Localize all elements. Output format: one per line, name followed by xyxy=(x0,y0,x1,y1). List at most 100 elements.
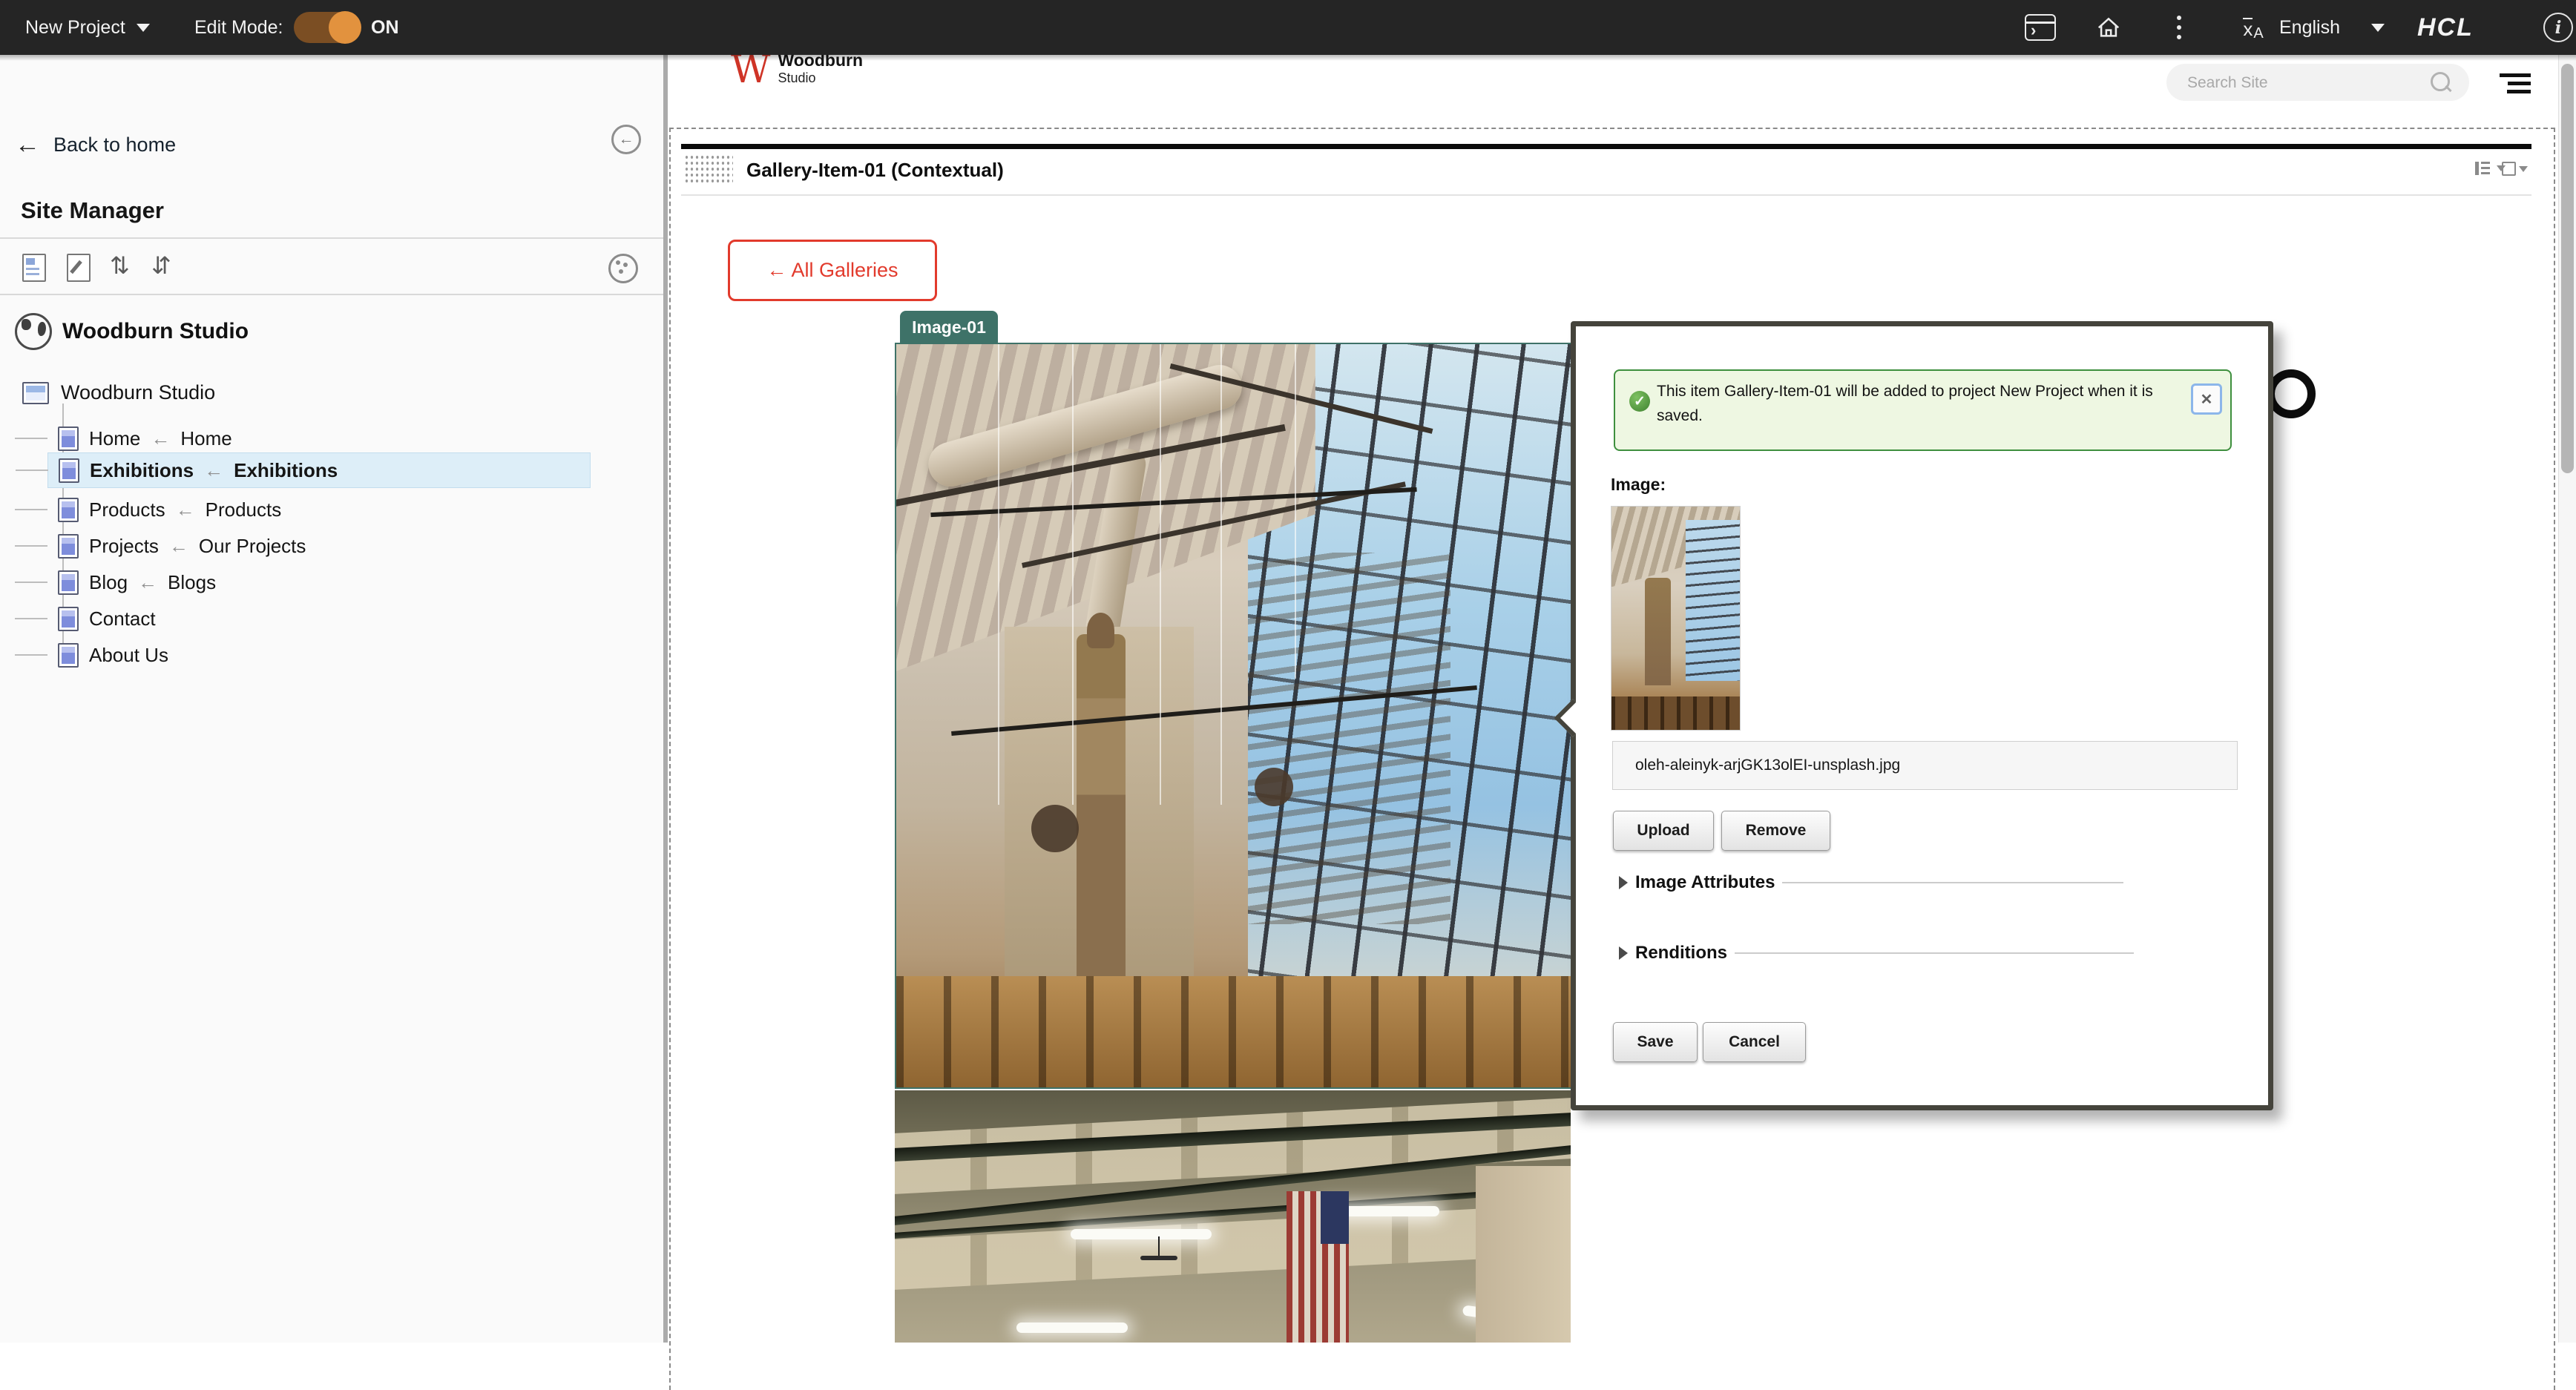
component-top-border xyxy=(681,144,2531,149)
cancel-button[interactable]: Cancel xyxy=(1703,1022,1806,1062)
back-arrow-icon: ← xyxy=(15,132,40,157)
image-edit-dialog: ✓ This item Gallery-Item-01 will be adde… xyxy=(1571,321,2273,1110)
tree-item-label: Exhibitions xyxy=(90,459,194,482)
success-message-text: This item Gallery-Item-01 will be added … xyxy=(1657,379,2180,428)
tree-item-about-us[interactable]: About Us xyxy=(47,638,168,672)
site-manager-panel: ← Back to home ← Site Manager ⇅ ⇵ Woodbu… xyxy=(0,55,668,1343)
component-title: Gallery-Item-01 (Contextual) xyxy=(746,159,1004,182)
top-toolbar: New Project Edit Mode: ON xA English HCL… xyxy=(0,0,2576,55)
home-glyph xyxy=(2094,14,2123,41)
home-icon[interactable] xyxy=(2091,0,2126,55)
tree-item-label: Contact xyxy=(89,607,156,630)
component-header-divider xyxy=(681,194,2531,196)
page-behind-ring-glyph xyxy=(2267,369,2316,418)
mapping-arrow-icon: ← xyxy=(169,535,188,558)
renditions-section[interactable]: Renditions xyxy=(1619,943,2134,964)
content-composer-icon[interactable] xyxy=(2023,0,2058,55)
expand-tree-icon[interactable]: ⇅ xyxy=(110,249,130,282)
new-page-icon[interactable] xyxy=(22,254,46,282)
collapsed-triangle-icon xyxy=(1619,946,1628,960)
component-menu-icon[interactable] xyxy=(2475,162,2506,175)
page-icon xyxy=(58,643,79,668)
collapse-tree-icon[interactable]: ⇵ xyxy=(151,249,171,282)
page-icon xyxy=(58,607,79,631)
mapping-arrow-icon: ← xyxy=(151,427,170,450)
image-attributes-section[interactable]: Image Attributes xyxy=(1619,872,2123,893)
image-thumbnail[interactable] xyxy=(1611,506,1741,731)
search-icon[interactable] xyxy=(2431,72,2450,91)
vertical-scrollbar[interactable] xyxy=(2558,55,2576,1343)
section-rule xyxy=(1735,952,2134,954)
site-manager-toolbar: ⇅ ⇵ xyxy=(0,249,663,291)
panel-title: Site Manager xyxy=(21,197,164,224)
remove-button[interactable]: Remove xyxy=(1721,811,1830,851)
tree-item-home[interactable]: Home ← Home xyxy=(47,421,232,455)
root-page-icon xyxy=(22,382,49,404)
tree-item-projects[interactable]: Projects ← Our Projects xyxy=(47,529,306,563)
gallery-photo-warehouse[interactable] xyxy=(895,1090,1571,1343)
hcl-brand-logo: HCL xyxy=(2417,0,2474,55)
filename-field[interactable]: oleh-aleinyk-arjGK13olEI-unsplash.jpg xyxy=(1612,741,2238,790)
filename-text: oleh-aleinyk-arjGK13olEI-unsplash.jpg xyxy=(1635,757,1900,774)
edit-page-icon[interactable] xyxy=(67,254,91,282)
upload-button[interactable]: Upload xyxy=(1613,811,1714,851)
language-selector[interactable]: English xyxy=(2279,0,2340,55)
topbar-shadow xyxy=(0,55,2576,61)
edit-mode-label: Edit Mode: xyxy=(194,0,283,55)
translate-icon[interactable]: xA xyxy=(2233,0,2273,55)
tree-item-exhibitions[interactable]: Exhibitions ← Exhibitions xyxy=(47,452,591,488)
site-root-header[interactable]: Woodburn Studio xyxy=(15,313,249,350)
page-icon xyxy=(58,498,79,522)
divider xyxy=(0,237,663,239)
collapse-panel-icon[interactable]: ← xyxy=(611,125,641,154)
success-check-icon: ✓ xyxy=(1629,391,1650,412)
tree-item-target: Exhibitions xyxy=(234,459,338,482)
site-globe-icon xyxy=(15,313,52,350)
renditions-label: Renditions xyxy=(1635,943,1727,964)
tree-root-label: Woodburn Studio xyxy=(61,381,215,404)
component-drag-handle[interactable] xyxy=(684,154,733,184)
close-message-button[interactable]: ✕ xyxy=(2191,383,2222,415)
back-to-home-label: Back to home xyxy=(53,134,176,157)
edit-mode-toggle[interactable] xyxy=(294,12,361,43)
mapping-arrow-icon: ← xyxy=(176,498,195,521)
site-search xyxy=(2166,64,2469,101)
edit-mode-state: ON xyxy=(371,0,399,55)
success-message-box: ✓ This item Gallery-Item-01 will be adde… xyxy=(1614,369,2232,451)
tree-root-node[interactable]: Woodburn Studio xyxy=(22,381,215,404)
tree-item-blog[interactable]: Blog ← Blogs xyxy=(47,565,216,599)
image-attributes-label: Image Attributes xyxy=(1635,872,1775,893)
tree-item-label: Projects xyxy=(89,535,159,558)
scrollbar-thumb[interactable] xyxy=(2561,64,2574,473)
collapsed-triangle-icon xyxy=(1619,876,1628,889)
application-root: New Project Edit Mode: ON xA English HCL… xyxy=(0,0,2576,1343)
back-to-home-button[interactable]: ← Back to home xyxy=(15,132,176,157)
section-rule xyxy=(1782,882,2123,883)
tree-item-label: Products xyxy=(89,498,165,521)
toggle-knob xyxy=(329,11,361,44)
component-display-icon[interactable] xyxy=(2502,162,2528,176)
info-icon[interactable]: i xyxy=(2540,0,2576,55)
tree-item-contact[interactable]: Contact xyxy=(47,602,156,636)
search-input[interactable] xyxy=(2186,64,2411,102)
save-button[interactable]: Save xyxy=(1613,1022,1698,1062)
tree-item-target: Our Projects xyxy=(199,535,306,558)
site-name: Woodburn Studio xyxy=(62,319,249,344)
main-content: W Woodburn Studio Gallery-Item-01 (Conte… xyxy=(668,55,2576,1343)
all-galleries-button[interactable]: ← All Galleries xyxy=(728,240,937,301)
site-menu-icon[interactable] xyxy=(2500,73,2531,93)
image-element-tag[interactable]: Image-01 xyxy=(900,311,998,343)
tree-item-products[interactable]: Products ← Products xyxy=(47,493,281,527)
gallery-photo-industrial-interior[interactable] xyxy=(895,343,1574,1089)
language-caret-icon[interactable] xyxy=(2371,24,2385,32)
tree-item-target: Products xyxy=(206,498,282,521)
mapping-arrow-icon: ← xyxy=(138,571,157,594)
project-caret-icon[interactable] xyxy=(137,24,150,32)
image-field-label: Image: xyxy=(1611,475,1666,495)
page-icon xyxy=(58,570,79,595)
settings-palette-icon[interactable] xyxy=(608,254,638,283)
more-options-icon[interactable] xyxy=(2168,0,2190,55)
project-selector[interactable]: New Project xyxy=(25,0,125,55)
divider xyxy=(0,294,663,295)
tree-item-label: About Us xyxy=(89,644,168,667)
